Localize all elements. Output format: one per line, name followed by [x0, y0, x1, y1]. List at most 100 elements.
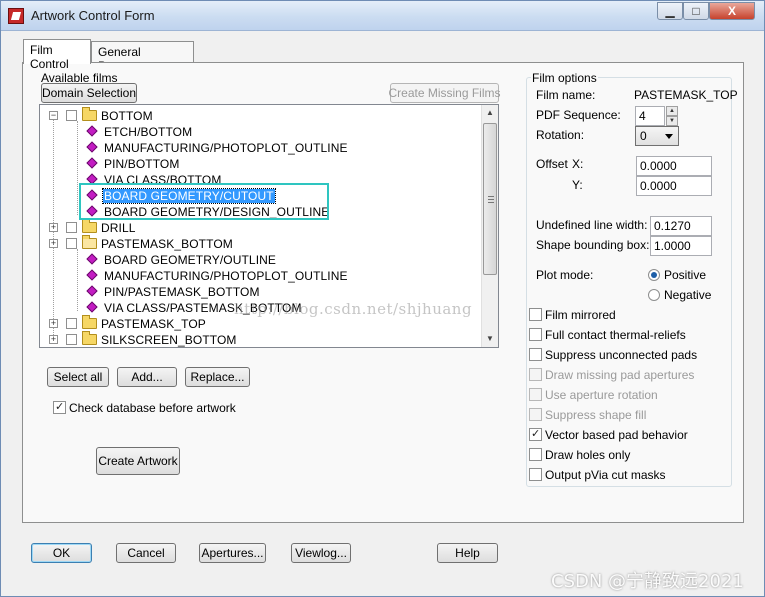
help-button[interactable]: Help [437, 543, 498, 563]
full-contact-thermal-reliefs-checkbox[interactable] [529, 328, 542, 341]
plot-mode-label: Plot mode: [536, 268, 594, 282]
tree-checkbox[interactable] [66, 222, 77, 233]
spin-up-icon[interactable]: ▲ [666, 106, 678, 116]
film-options-label: Film options [531, 71, 598, 85]
tree-label: DRILL [101, 221, 136, 235]
tree-node-item[interactable]: MANUFACTURING/PHOTOPLOT_OUTLINE [40, 268, 480, 284]
folder-icon [82, 331, 97, 345]
tree-node-bottom[interactable]: − BOTTOM [40, 107, 480, 124]
tree-label: SILKSCREEN_BOTTOM [101, 333, 237, 347]
expand-icon[interactable]: + [49, 335, 58, 344]
artwork-control-window: Artwork Control Form ▁ □ X Film Control … [0, 0, 765, 597]
watermark-url: http://blog.csdn.net/shjhuang [234, 300, 473, 318]
select-all-button[interactable]: Select all [47, 367, 109, 387]
tree-label: BOTTOM [101, 109, 153, 123]
tree-node-pastemask-bottom[interactable]: + PASTEMASK_BOTTOM [40, 235, 480, 252]
tree-node-drill[interactable]: + DRILL [40, 219, 480, 236]
offset-x-label: X: [572, 157, 584, 171]
tab-general-parameters[interactable]: General Parameters [91, 41, 194, 73]
folder-icon [82, 315, 97, 329]
domain-selection-button[interactable]: Domain Selection [41, 83, 137, 103]
tree-checkbox[interactable] [66, 238, 77, 249]
tree-label: PASTEMASK_TOP [101, 317, 206, 331]
film-mirrored-checkbox[interactable] [529, 308, 542, 321]
ok-button[interactable]: OK [31, 543, 92, 563]
film-name-value: PASTEMASK_TOP [634, 88, 738, 102]
expand-icon[interactable]: + [49, 239, 58, 248]
draw-missing-pad-apertures-checkbox[interactable] [529, 368, 542, 381]
film-name-label: Film name: [536, 88, 596, 102]
negative-radio[interactable] [648, 289, 660, 301]
minimize-button[interactable]: ▁ [657, 2, 683, 20]
positive-radio[interactable] [648, 269, 660, 281]
expand-icon[interactable]: + [49, 223, 58, 232]
offset-x-input[interactable]: 0.0000 [636, 156, 712, 176]
replace-button[interactable]: Replace... [185, 367, 250, 387]
watermark-csdn: CSDN @宁静致远2021 [551, 571, 744, 592]
suppress-shape-fill-checkbox[interactable] [529, 408, 542, 421]
collapse-icon[interactable]: − [49, 111, 58, 120]
viewlog-button[interactable]: Viewlog... [291, 543, 351, 563]
undefined-line-width-input[interactable]: 0.1270 [650, 216, 712, 236]
expand-icon[interactable]: + [49, 319, 58, 328]
use-aperture-rotation-checkbox[interactable] [529, 388, 542, 401]
tab-film-control[interactable]: Film Control [23, 39, 91, 71]
scroll-up-icon[interactable]: ▲ [482, 105, 498, 121]
rotation-value: 0 [640, 129, 647, 143]
folder-open-icon [82, 235, 97, 249]
maximize-button[interactable]: □ [683, 2, 709, 20]
film-layer-icon [86, 301, 98, 313]
tree-label: ETCH/BOTTOM [104, 125, 193, 139]
add-button[interactable]: Add... [117, 367, 177, 387]
title-bar: Artwork Control Form ▁ □ X [1, 1, 764, 31]
tree-checkbox[interactable] [66, 110, 77, 121]
film-layer-icon [86, 253, 98, 265]
use-aperture-rotation-label: Use aperture rotation [545, 388, 658, 402]
tab-label: Film Control [30, 43, 69, 71]
film-layer-icon [86, 285, 98, 297]
tree-label: MANUFACTURING/PHOTOPLOT_OUTLINE [104, 141, 348, 155]
film-mirrored-label: Film mirrored [545, 308, 616, 322]
tree-node-item[interactable]: PIN/PASTEMASK_BOTTOM [40, 284, 480, 300]
pdf-sequence-input[interactable]: 4 [635, 106, 665, 126]
tree-checkbox[interactable] [66, 318, 77, 329]
offset-label: Offset [536, 157, 568, 171]
cancel-button[interactable]: Cancel [116, 543, 176, 563]
vector-based-pad-behavior-label: Vector based pad behavior [545, 428, 688, 442]
tree-node-silkscreen-bottom[interactable]: + SILKSCREEN_BOTTOM [40, 331, 480, 347]
tree-label: PIN/PASTEMASK_BOTTOM [104, 285, 260, 299]
apertures-button[interactable]: Apertures... [199, 543, 266, 563]
check-database-checkbox[interactable] [53, 400, 66, 414]
suppress-unconnected-pads-label: Suppress unconnected pads [545, 348, 698, 362]
suppress-shape-fill-label: Suppress shape fill [545, 408, 647, 422]
tree-node-pastemask-top[interactable]: + PASTEMASK_TOP [40, 315, 480, 332]
tree-node-item[interactable]: BOARD GEOMETRY/OUTLINE [40, 252, 480, 268]
spin-down-icon[interactable]: ▼ [666, 116, 678, 126]
app-icon [8, 8, 24, 24]
maximize-icon: □ [692, 4, 700, 18]
tree-scrollbar[interactable]: ▲ ▼ [481, 105, 498, 347]
tree-checkbox[interactable] [66, 334, 77, 345]
shape-bounding-box-label: Shape bounding box: [536, 238, 650, 252]
vector-based-pad-behavior-checkbox[interactable] [529, 427, 542, 441]
output-pvia-cut-masks-label: Output pVia cut masks [545, 468, 666, 482]
offset-y-input[interactable]: 0.0000 [636, 176, 712, 196]
tree-node-item[interactable]: ETCH/BOTTOM [40, 124, 480, 140]
scroll-thumb[interactable] [483, 123, 497, 275]
suppress-unconnected-pads-checkbox[interactable] [529, 348, 542, 361]
rotation-select[interactable]: 0 [635, 126, 679, 146]
draw-holes-only-checkbox[interactable] [529, 448, 542, 461]
rotation-label: Rotation: [536, 128, 585, 142]
scroll-down-icon[interactable]: ▼ [482, 331, 498, 347]
grip-icon [488, 196, 494, 203]
tree-label: BOARD GEOMETRY/OUTLINE [104, 253, 277, 267]
output-pvia-cut-masks-checkbox[interactable] [529, 468, 542, 481]
tree-node-item[interactable]: PIN/BOTTOM [40, 156, 480, 172]
create-missing-films-button[interactable]: Create Missing Films [388, 83, 501, 103]
annotation-highlight [79, 183, 329, 220]
tree-node-item[interactable]: MANUFACTURING/PHOTOPLOT_OUTLINE [40, 140, 480, 156]
create-artwork-button[interactable]: Create Artwork [96, 447, 180, 475]
pdf-sequence-label: PDF Sequence: [536, 108, 621, 122]
close-button[interactable]: X [709, 2, 755, 20]
shape-bounding-box-input[interactable]: 1.0000 [650, 236, 712, 256]
